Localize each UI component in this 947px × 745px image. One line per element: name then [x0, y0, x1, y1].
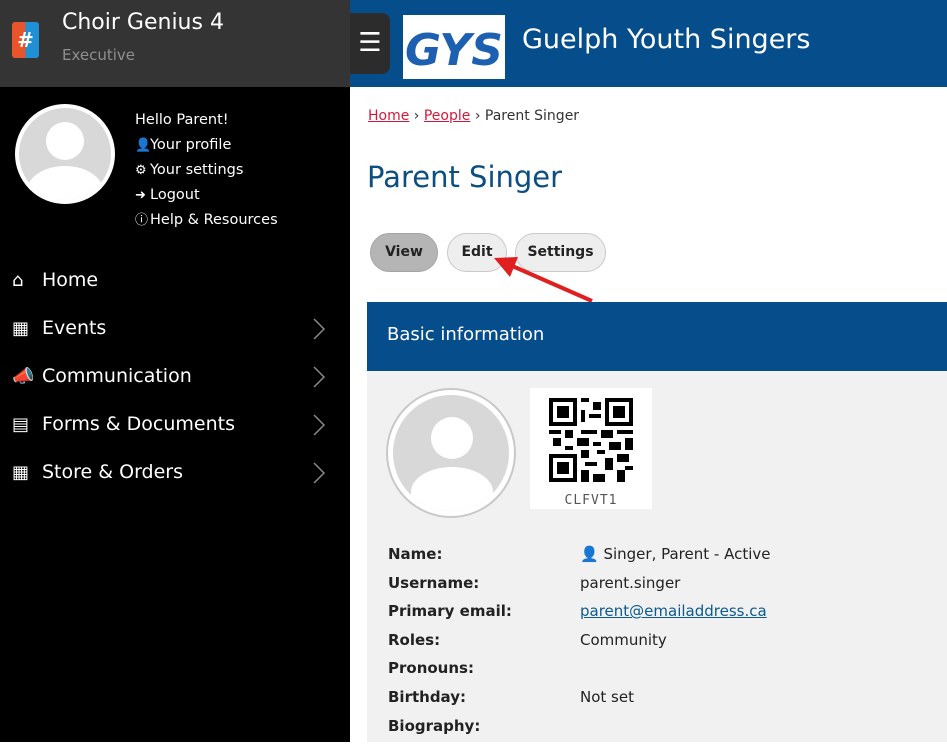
field-value: Not set — [580, 687, 634, 706]
nav-item-home[interactable]: ⌂ Home — [0, 256, 350, 304]
hamburger-icon[interactable]: ☰ — [350, 13, 390, 74]
gear-icon: ⚙ — [135, 163, 147, 178]
app-title[interactable]: Choir Genius 4 — [62, 10, 224, 35]
field-value: Community — [580, 630, 667, 649]
field-label: Biography: — [388, 716, 481, 735]
field-label: Pronouns: — [388, 659, 474, 678]
field-value: 👤 Singer, Parent - Active — [580, 545, 770, 563]
field-label: Birthday: — [388, 687, 466, 706]
main-nav: ⌂ Home ▦ Events 📣 Communication ▤ Forms … — [0, 256, 350, 496]
chevron-right-icon[interactable] — [312, 414, 326, 436]
field-label: Username: — [388, 573, 480, 592]
card-header: Basic information — [367, 302, 947, 371]
megaphone-icon: 📣 — [12, 365, 35, 387]
breadcrumb-separator: › — [474, 108, 481, 124]
breadcrumb-current: Parent Singer — [484, 108, 580, 124]
app-logo-icon[interactable]: # — [12, 22, 39, 58]
calendar-icon: ▦ — [12, 317, 30, 339]
chevron-right-icon[interactable] — [312, 318, 326, 340]
greeting: Hello Parent! — [135, 112, 229, 128]
field-label: Primary email: — [388, 602, 512, 621]
home-icon: ⌂ — [12, 269, 24, 291]
field-label: Roles: — [388, 630, 441, 649]
logout-icon: ➜ — [135, 188, 146, 203]
field-value: parent@emailaddress.ca — [580, 602, 767, 620]
gys-logo-icon: GYS — [405, 25, 503, 76]
info-icon: ⓘ — [135, 213, 149, 228]
chevron-right-icon[interactable] — [312, 366, 326, 388]
nav-item-label: Communication — [42, 365, 192, 387]
person-avatar — [388, 390, 514, 516]
org-logo-text: GYS — [405, 25, 503, 76]
nav-item-events[interactable]: ▦ Events — [0, 304, 350, 352]
breadcrumb-home[interactable]: Home — [368, 108, 409, 124]
list-icon: ▤ — [12, 413, 30, 435]
nav-item-label: Events — [42, 317, 107, 339]
page-title: Parent Singer — [367, 160, 563, 194]
user-icon: 👤 — [580, 545, 599, 563]
store-icon: ▦ — [12, 461, 30, 483]
field-label: Name: — [388, 545, 443, 563]
nav-item-label: Store & Orders — [42, 461, 184, 483]
user-menu: Hello Parent! 👤Your profile ⚙ Your settin… — [135, 108, 278, 233]
qr-code-icon — [549, 398, 633, 482]
help-link-label: Help & Resources — [150, 212, 278, 228]
user-avatar[interactable] — [15, 104, 115, 204]
profile-link[interactable]: 👤Your profile — [135, 133, 278, 158]
settings-link[interactable]: ⚙ Your settings — [135, 158, 278, 183]
qr-code-label: CLFVT1 — [564, 493, 618, 508]
breadcrumb: Home › People › Parent Singer — [368, 108, 579, 124]
user-icon: 👤 — [135, 138, 152, 153]
sidebar: # Choir Genius 4 Executive Hello Parent!… — [0, 0, 350, 742]
nav-item-label: Forms & Documents — [42, 413, 235, 435]
help-link[interactable]: ⓘ Help & Resources — [135, 208, 278, 233]
role-subtitle: Executive — [62, 46, 136, 64]
logout-link-label: Logout — [150, 187, 200, 203]
brand-bar: # Choir Genius 4 Executive — [0, 0, 350, 87]
settings-link-label: Your settings — [150, 162, 244, 178]
nav-item-store-orders[interactable]: ▦ Store & Orders — [0, 448, 350, 496]
chevron-right-icon[interactable] — [312, 462, 326, 484]
nav-item-forms-documents[interactable]: ▤ Forms & Documents — [0, 400, 350, 448]
breadcrumb-separator: › — [413, 108, 420, 124]
logout-link[interactable]: ➜ Logout — [135, 183, 278, 208]
profile-link-label: Your profile — [150, 137, 232, 153]
field-value: parent.singer — [580, 573, 681, 592]
name-value: Singer, Parent - Active — [603, 545, 771, 563]
breadcrumb-people[interactable]: People — [424, 108, 471, 124]
org-logo[interactable]: GYS — [403, 15, 505, 79]
org-name[interactable]: Guelph Youth Singers — [522, 24, 810, 55]
tab-view[interactable]: View — [370, 233, 438, 272]
nav-item-communication[interactable]: 📣 Communication — [0, 352, 350, 400]
nav-item-label: Home — [42, 269, 99, 291]
email-link[interactable]: parent@emailaddress.ca — [580, 602, 767, 620]
